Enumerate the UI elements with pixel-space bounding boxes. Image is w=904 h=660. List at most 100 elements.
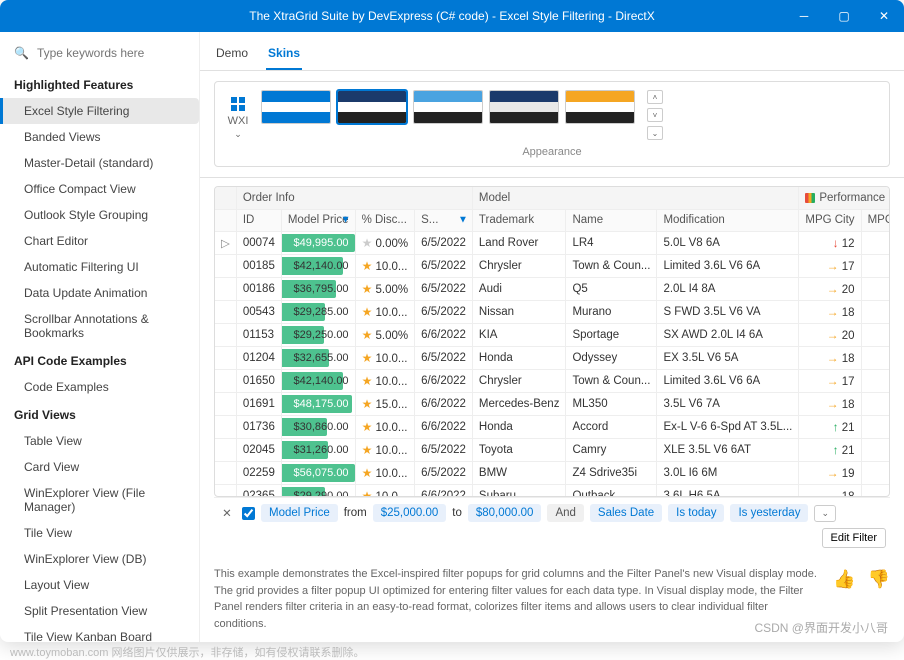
column-header[interactable]: Name <box>566 209 657 231</box>
sidebar-item[interactable]: Tile View <box>0 520 199 546</box>
sidebar-item[interactable]: Table View <box>0 428 199 454</box>
band-header[interactable]: Order Info <box>236 187 472 209</box>
table-row[interactable]: 02045$31,260.00★ 10.0...6/5/2022ToyotaCa… <box>215 438 890 461</box>
sidebar-item[interactable]: Tile View Kanban Board <box>0 624 199 642</box>
filter-enabled-checkbox[interactable] <box>242 507 255 520</box>
skin-dropdown[interactable]: ⌄ <box>647 126 663 140</box>
expand-cell[interactable] <box>215 254 236 277</box>
expand-cell[interactable] <box>215 438 236 461</box>
expand-cell[interactable] <box>215 392 236 415</box>
arrow-icon: → <box>827 397 839 411</box>
sidebar-item[interactable]: Data Update Animation <box>0 280 199 306</box>
sidebar-item[interactable]: WinExplorer View (File Manager) <box>0 480 199 520</box>
filter-from-value[interactable]: $25,000.00 <box>373 504 447 522</box>
skin-swatch[interactable] <box>489 90 559 124</box>
expand-cell[interactable]: ▷ <box>215 231 236 254</box>
table-row[interactable]: 00186$36,795.00★ 5.00%6/5/2022AudiQ52.0L… <box>215 277 890 300</box>
sidebar-item[interactable]: Layout View <box>0 572 199 598</box>
table-row[interactable]: 00185$42,140.00★ 10.0...6/5/2022Chrysler… <box>215 254 890 277</box>
filter-to-value[interactable]: $80,000.00 <box>468 504 542 522</box>
skin-label[interactable]: WXI ⌄ <box>223 96 253 140</box>
sidebar-item[interactable]: Excel Style Filtering <box>0 98 199 124</box>
tm-cell: Subaru <box>472 484 566 497</box>
table-row[interactable]: ▷00074$49,995.00★ 0.00%6/5/2022Land Rove… <box>215 231 890 254</box>
minimize-button[interactable]: ─ <box>784 0 824 32</box>
tab-skins[interactable]: Skins <box>266 40 302 70</box>
band-header[interactable] <box>215 187 236 209</box>
table-row[interactable]: 02365$29,290.00★ 10.0...6/6/2022SubaruOu… <box>215 484 890 497</box>
filter-cond-yesterday[interactable]: Is yesterday <box>730 504 808 522</box>
mpg-hi-cell: → 25 <box>861 323 890 346</box>
table-row[interactable]: 01204$32,655.00★ 10.0...6/5/2022HondaOdy… <box>215 346 890 369</box>
maximize-button[interactable]: ▢ <box>824 0 864 32</box>
skin-swatch[interactable] <box>337 90 407 124</box>
skin-scroll-up[interactable]: ˄ <box>647 90 663 104</box>
filter-icon[interactable]: ▼ <box>458 215 468 226</box>
sidebar-item[interactable]: Master-Detail (standard) <box>0 150 199 176</box>
expand-cell[interactable] <box>215 461 236 484</box>
sidebar-item[interactable]: Chart Editor <box>0 228 199 254</box>
data-grid[interactable]: Order InfoModelPerformance IDModel Price… <box>214 186 890 497</box>
table-row[interactable]: 01650$42,140.00★ 10.0...6/6/2022Chrysler… <box>215 369 890 392</box>
filter-cond-today[interactable]: Is today <box>668 504 724 522</box>
table-row[interactable]: 01736$30,860.00★ 10.0...6/6/2022HondaAcc… <box>215 415 890 438</box>
name-cell: Odyssey <box>566 346 657 369</box>
edit-filter-button[interactable]: Edit Filter <box>822 528 886 548</box>
table-row[interactable]: 02259$56,075.00★ 10.0...6/5/2022BMWZ4 Sd… <box>215 461 890 484</box>
column-header[interactable]: Model Price▼ <box>281 209 355 231</box>
column-header[interactable]: MPG Hi... <box>861 209 890 231</box>
tm-cell: Honda <box>472 415 566 438</box>
filter-icon[interactable]: ▼ <box>341 215 351 226</box>
thumbs-down-icon[interactable]: 👎 <box>868 566 890 593</box>
filter-history-dropdown[interactable]: ⌄ <box>814 505 836 522</box>
column-header[interactable] <box>215 209 236 231</box>
sidebar-item[interactable]: Office Compact View <box>0 176 199 202</box>
table-row[interactable]: 01153$29,250.00★ 5.00%6/6/2022KIASportag… <box>215 323 890 346</box>
expand-cell[interactable] <box>215 484 236 497</box>
column-header[interactable]: Modification <box>657 209 799 231</box>
band-header[interactable]: Model <box>472 187 798 209</box>
skin-swatch[interactable] <box>565 90 635 124</box>
tm-cell: Chrysler <box>472 369 566 392</box>
filter-field-date[interactable]: Sales Date <box>590 504 662 522</box>
sidebar-item[interactable]: WinExplorer View (DB) <box>0 546 199 572</box>
filter-field-price[interactable]: Model Price <box>261 504 338 522</box>
skin-scroll-down[interactable]: ˅ <box>647 108 663 122</box>
sdate-cell: 6/5/2022 <box>415 346 473 369</box>
column-header[interactable]: % Disc... <box>355 209 415 231</box>
column-header[interactable]: S...▼ <box>415 209 473 231</box>
sidebar-item[interactable]: Outlook Style Grouping <box>0 202 199 228</box>
name-cell: Z4 Sdrive35i <box>566 461 657 484</box>
expand-cell[interactable] <box>215 323 236 346</box>
search-input[interactable] <box>37 46 192 60</box>
skin-swatch[interactable] <box>261 90 331 124</box>
sidebar-item[interactable]: Banded Views <box>0 124 199 150</box>
tab-demo[interactable]: Demo <box>214 40 250 70</box>
expand-cell[interactable] <box>215 346 236 369</box>
sidebar-item[interactable]: Scrollbar Annotations & Bookmarks <box>0 306 199 346</box>
thumbs-up-icon[interactable]: 👍 <box>833 566 855 593</box>
discount-cell: ★ 0.00% <box>355 231 415 254</box>
column-header[interactable]: Trademark <box>472 209 566 231</box>
discount-cell: ★ 10.0... <box>355 346 415 369</box>
column-header[interactable]: ID <box>236 209 281 231</box>
skin-swatch[interactable] <box>413 90 483 124</box>
close-button[interactable]: ✕ <box>864 0 904 32</box>
sidebar-item[interactable]: Card View <box>0 454 199 480</box>
expand-cell[interactable] <box>215 277 236 300</box>
mpg-city-cell: → 19 <box>799 461 861 484</box>
expand-cell[interactable] <box>215 415 236 438</box>
band-header[interactable]: Performance <box>799 187 890 209</box>
sidebar-item[interactable]: Code Examples <box>0 374 199 400</box>
sidebar-item[interactable]: Automatic Filtering UI <box>0 254 199 280</box>
sidebar-item[interactable]: Split Presentation View <box>0 598 199 624</box>
table-row[interactable]: 00543$29,285.00★ 10.0...6/5/2022NissanMu… <box>215 300 890 323</box>
arrow-icon: → <box>827 305 839 319</box>
arrow-icon: → <box>889 374 890 388</box>
expand-cell[interactable] <box>215 300 236 323</box>
table-row[interactable]: 01691$48,175.00★ 15.0...6/6/2022Mercedes… <box>215 392 890 415</box>
sdate-cell: 6/6/2022 <box>415 323 473 346</box>
clear-filter-button[interactable]: ✕ <box>218 504 236 522</box>
column-header[interactable]: MPG City <box>799 209 861 231</box>
expand-cell[interactable] <box>215 369 236 392</box>
